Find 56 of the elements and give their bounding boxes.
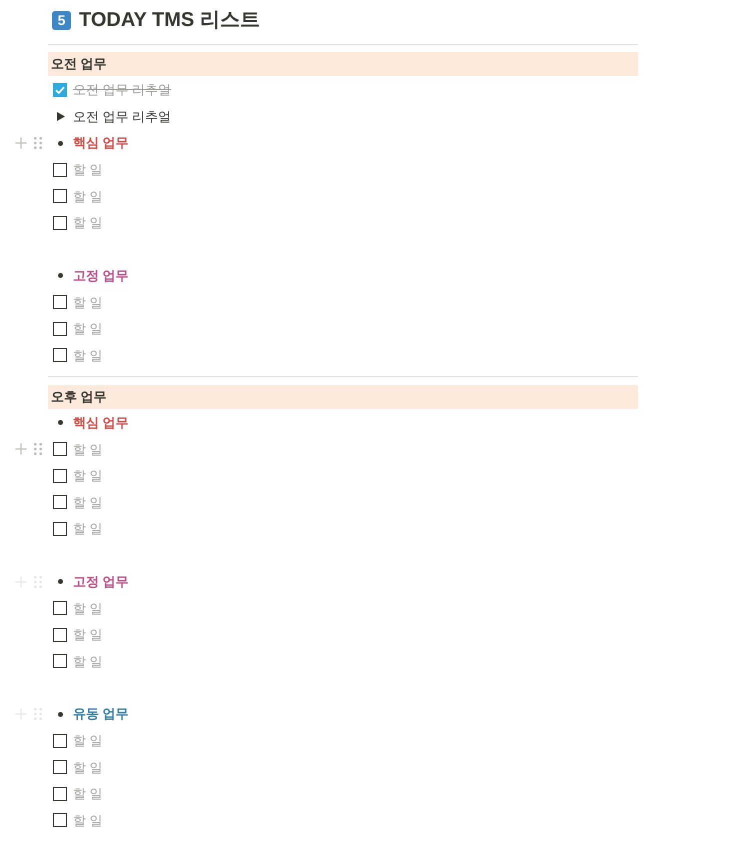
todo-input[interactable]: 할 일 <box>73 732 107 750</box>
checkbox[interactable] <box>53 348 67 362</box>
todo-input[interactable]: 할 일 <box>73 214 107 232</box>
bullet-text: 핵심 업무 <box>73 134 129 152</box>
toggle-triangle-icon[interactable] <box>57 112 65 122</box>
checkbox[interactable] <box>53 189 67 204</box>
page-icon: 5 <box>52 10 71 30</box>
section-heading: 오후 업무 <box>50 388 107 406</box>
checkbox[interactable] <box>53 495 67 510</box>
toggle-text: 오전 업무 리추얼 <box>73 108 172 126</box>
drag-handle-icon[interactable] <box>34 137 42 150</box>
bullet-dot-icon <box>58 140 63 146</box>
section-heading: 오전 업무 <box>50 55 107 73</box>
todo-input[interactable]: 할 일 <box>73 626 107 644</box>
bullet-dot-icon <box>58 712 63 717</box>
todo-input[interactable]: 할 일 <box>73 599 107 618</box>
drag-handle-icon[interactable] <box>34 576 42 588</box>
bullet-text: 고정 업무 <box>73 572 129 591</box>
todo-input[interactable]: 할 일 <box>73 811 107 830</box>
bullet-text: 고정 업무 <box>73 266 129 285</box>
todo-input[interactable]: 할 일 <box>73 440 107 458</box>
page-title: TODAY TMS 리스트 <box>79 8 260 33</box>
checkbox[interactable] <box>53 628 67 642</box>
checkbox[interactable] <box>53 522 67 536</box>
checkbox[interactable] <box>53 442 67 456</box>
checkbox[interactable] <box>53 162 67 177</box>
drag-handle-icon[interactable] <box>34 708 42 720</box>
checkbox[interactable] <box>53 468 67 483</box>
bullet-text: 핵심 업무 <box>73 414 129 432</box>
checkbox[interactable] <box>53 654 67 668</box>
todo-text: 오전 업무 리추얼 <box>73 81 172 100</box>
todo-input[interactable]: 할 일 <box>73 784 107 803</box>
todo-input[interactable]: 할 일 <box>73 293 107 312</box>
todo-input[interactable]: 할 일 <box>73 493 107 512</box>
todo-input[interactable]: 할 일 <box>73 652 107 670</box>
checkbox[interactable] <box>53 295 67 310</box>
todo-input[interactable]: 할 일 <box>73 758 107 776</box>
checked-checkbox[interactable] <box>53 83 67 98</box>
checkbox[interactable] <box>53 601 67 616</box>
checkbox[interactable] <box>53 216 67 230</box>
checkbox[interactable] <box>53 813 67 828</box>
checkbox[interactable] <box>53 734 67 748</box>
todo-input[interactable]: 할 일 <box>73 187 107 206</box>
bullet-dot-icon <box>58 420 63 426</box>
todo-input[interactable]: 할 일 <box>73 160 107 179</box>
todo-input[interactable]: 할 일 <box>73 466 107 485</box>
bullet-dot-icon <box>58 579 63 584</box>
checkbox[interactable] <box>53 786 67 801</box>
checkbox[interactable] <box>53 760 67 774</box>
todo-input[interactable]: 할 일 <box>73 520 107 538</box>
todo-input[interactable]: 할 일 <box>73 346 107 364</box>
drag-handle-icon[interactable] <box>34 443 42 456</box>
bullet-dot-icon <box>58 273 63 278</box>
todo-input[interactable]: 할 일 <box>73 320 107 338</box>
bullet-text: 유동 업무 <box>73 705 129 724</box>
checkbox[interactable] <box>53 322 67 336</box>
